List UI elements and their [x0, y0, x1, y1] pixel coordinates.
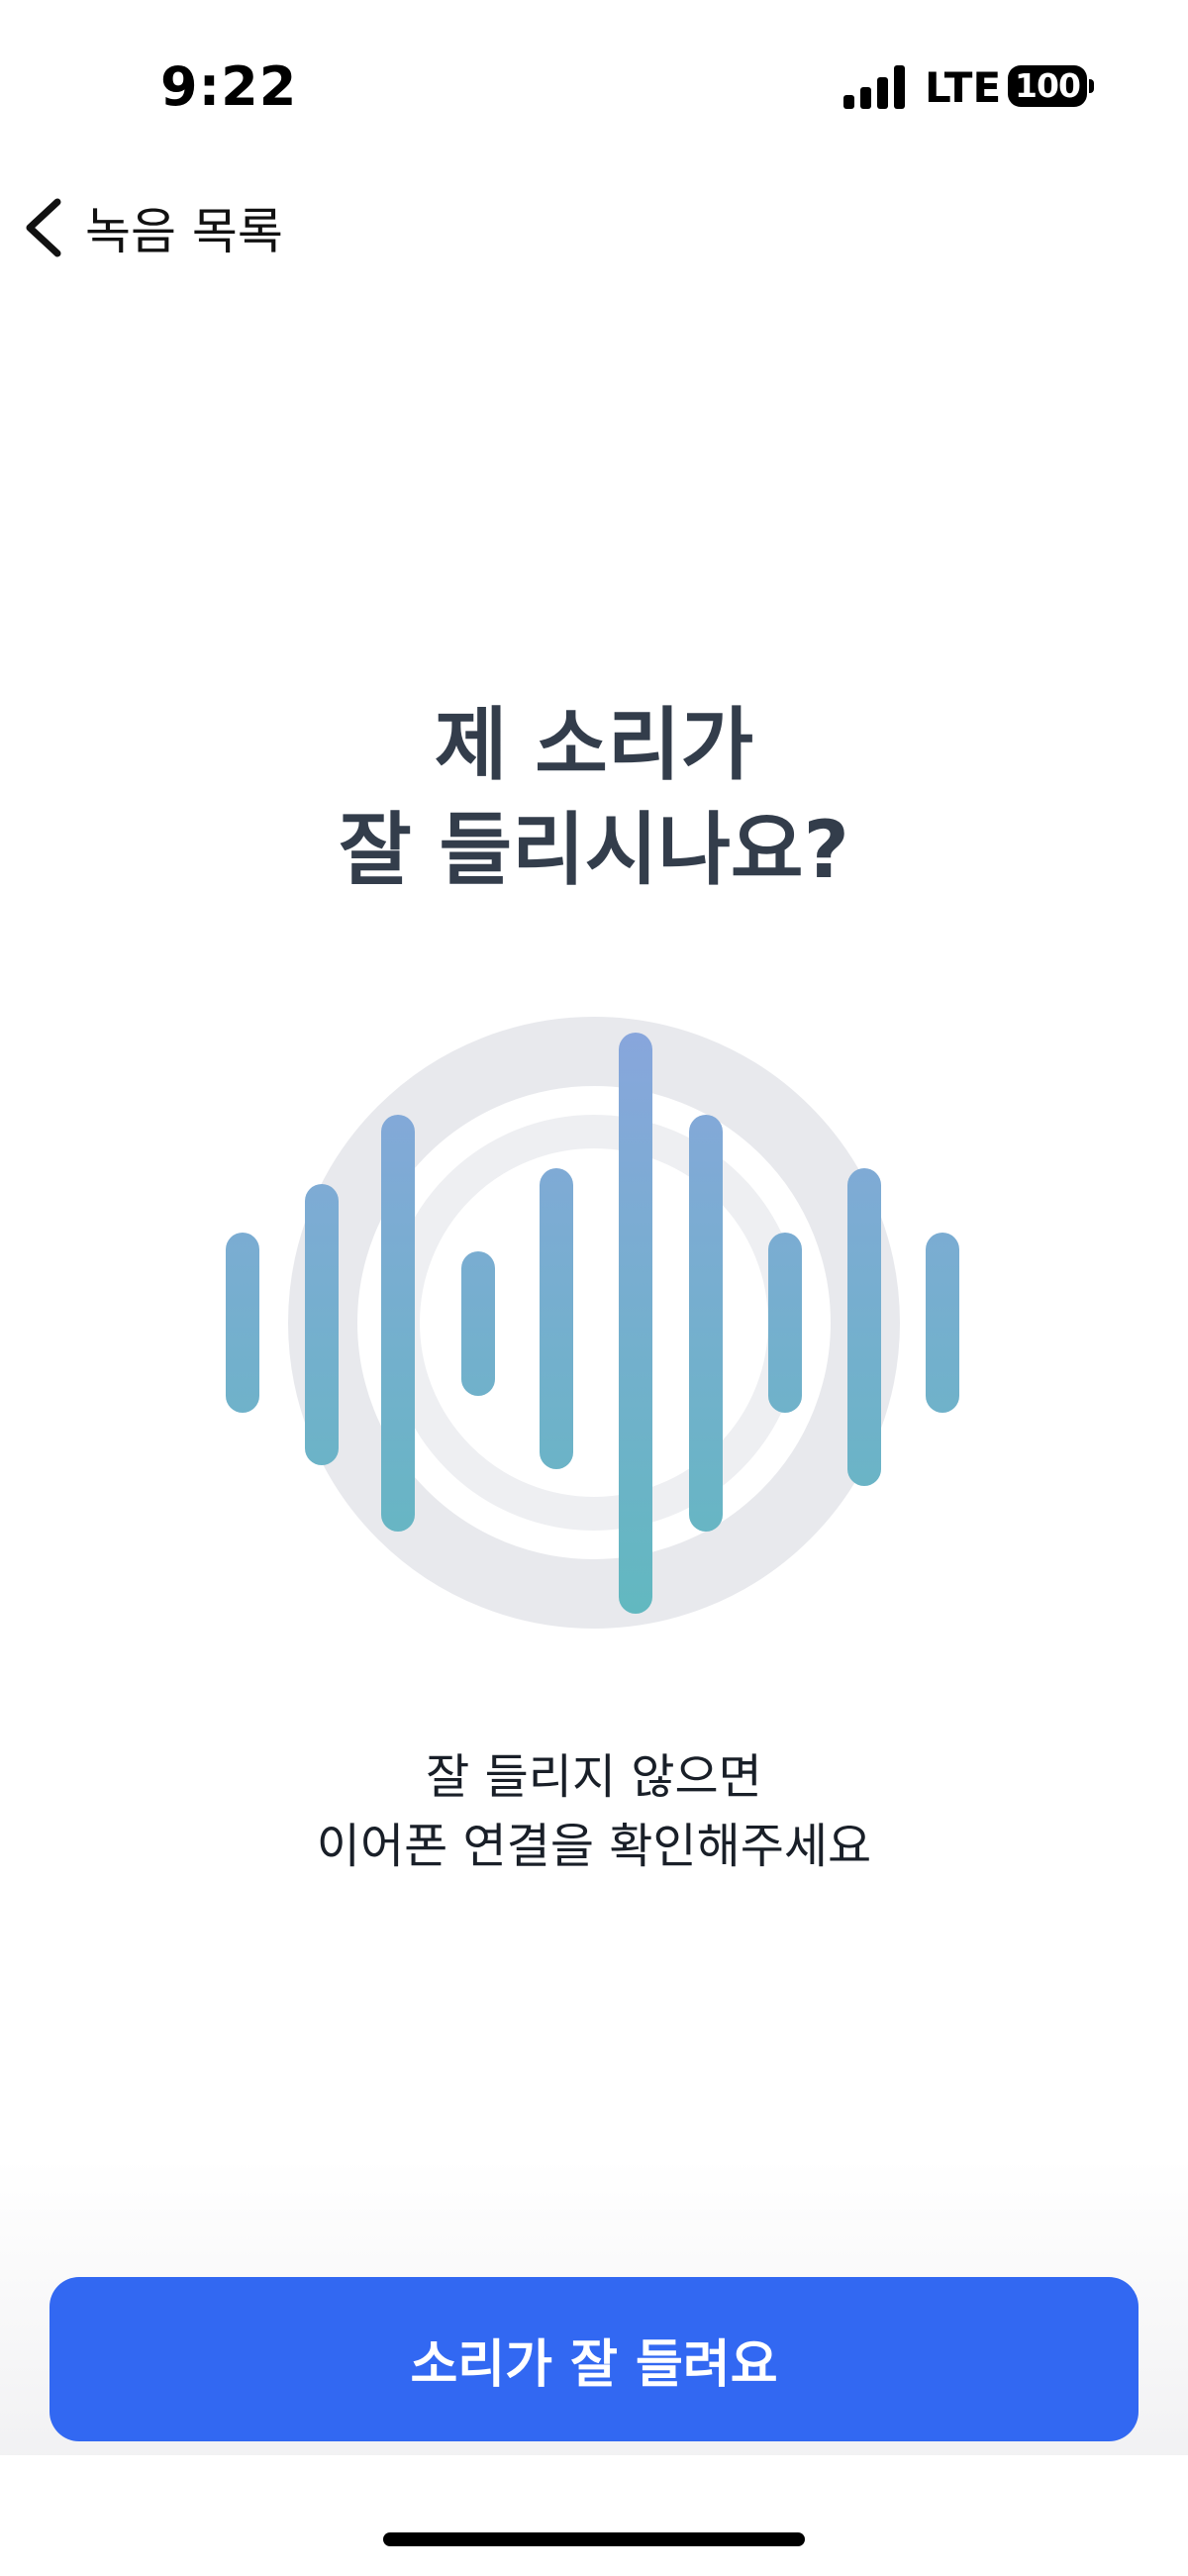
help-text: 잘 들리지 않으면 이어폰 연결을 확인해주세요 — [0, 1742, 1188, 1881]
help-text-line-1: 잘 들리지 않으면 — [426, 1749, 762, 1805]
back-button[interactable]: 녹음 목록 — [22, 188, 283, 267]
status-time: 9:22 — [160, 55, 298, 118]
network-type: LTE — [925, 63, 1002, 112]
title-line-2: 잘 들리시나요? — [339, 804, 849, 896]
status-bar: 9:22 LTE 100 — [0, 0, 1188, 178]
home-indicator — [383, 2532, 805, 2546]
title-line-1: 제 소리가 — [434, 699, 754, 791]
confirm-sound-button[interactable]: 소리가 잘 들려요 — [50, 2277, 1138, 2441]
page-title: 제 소리가 잘 들리시나요? — [0, 693, 1188, 903]
help-text-line-2: 이어폰 연결을 확인해주세요 — [316, 1819, 872, 1874]
outer-ring — [288, 1017, 900, 1629]
inner-ring — [386, 1115, 802, 1531]
back-label: 녹음 목록 — [85, 203, 283, 260]
chevron-left-icon — [26, 198, 61, 257]
battery-cap — [1089, 79, 1094, 93]
battery-icon: 100 — [1008, 65, 1087, 107]
signal-strength-icon — [843, 65, 905, 109]
